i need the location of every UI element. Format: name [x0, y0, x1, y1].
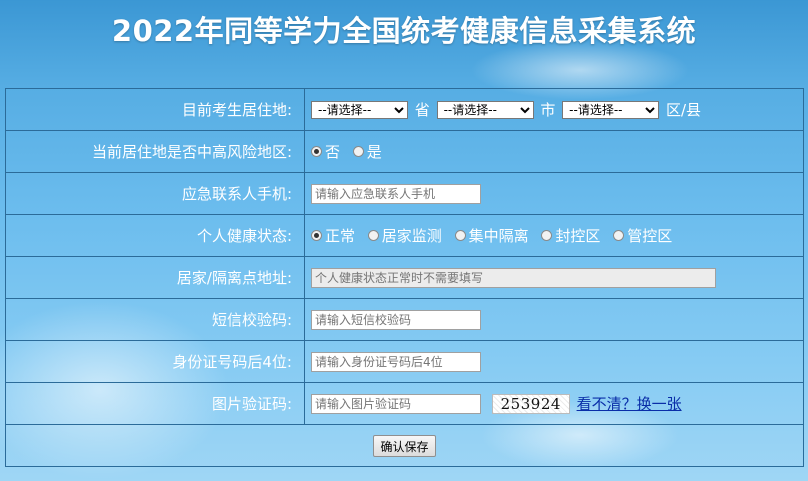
radio-button[interactable] — [311, 146, 322, 157]
radio-button[interactable] — [454, 230, 466, 241]
sms-code-input[interactable] — [311, 309, 481, 330]
health-option-normal[interactable]: 正常 — [311, 225, 355, 246]
health-info-form: 目前考生居住地: --请选择-- 省 --请选择-- 市 --请选择-- 区/县… — [5, 88, 804, 467]
id-last4-label: 身份证号码后4位: — [5, 340, 305, 383]
risk-area-label: 当前居住地是否中高风险地区: — [5, 130, 305, 173]
city-unit: 市 — [540, 101, 556, 119]
refresh-captcha-link[interactable]: 看不清？换一张 — [577, 395, 682, 413]
confirm-save-button[interactable]: 确认保存 — [373, 434, 436, 457]
form-row-image-code: 图片验证码: 253924 看不清？换一张 — [5, 382, 804, 425]
radio-button[interactable] — [311, 230, 322, 241]
sms-code-label: 短信校验码: — [5, 298, 305, 341]
radio-button[interactable] — [367, 230, 379, 241]
health-option-lockdown-zone[interactable]: 封控区 — [541, 225, 600, 246]
form-row-submit: 确认保存 — [5, 424, 804, 467]
image-code-input[interactable] — [311, 393, 481, 414]
form-row-residence: 目前考生居住地: --请选择-- 省 --请选择-- 市 --请选择-- 区/县 — [5, 88, 804, 131]
isolation-address-label: 居家/隔离点地址: — [5, 256, 305, 299]
form-row-id-last4: 身份证号码后4位: — [5, 340, 804, 383]
residence-label: 目前考生居住地: — [5, 88, 305, 131]
page-title: 2022年同等学力全国统考健康信息采集系统 — [111, 14, 697, 48]
health-option-control-zone[interactable]: 管控区 — [613, 225, 672, 246]
province-unit: 省 — [414, 101, 430, 119]
image-code-label: 图片验证码: — [5, 382, 305, 425]
county-select[interactable]: --请选择-- — [562, 100, 660, 119]
captcha-image[interactable]: 253924 — [491, 393, 570, 414]
form-row-emergency-phone: 应急联系人手机: — [5, 172, 804, 215]
form-row-isolation-address: 居家/隔离点地址: — [5, 256, 804, 299]
radio-button[interactable] — [352, 146, 364, 157]
health-option-centralized-quarantine[interactable]: 集中隔离 — [454, 225, 529, 246]
id-last4-input[interactable] — [311, 351, 481, 372]
form-row-sms-code: 短信校验码: — [5, 298, 804, 341]
risk-area-option-no[interactable]: 否 — [311, 141, 340, 162]
isolation-address-input[interactable] — [311, 267, 716, 288]
emergency-phone-label: 应急联系人手机: — [5, 172, 305, 215]
health-option-home-monitoring[interactable]: 居家监测 — [367, 225, 442, 246]
province-select[interactable]: --请选择-- — [311, 100, 408, 119]
form-row-health-status: 个人健康状态: 正常 居家监测 集中隔离 封控区 管控区 — [5, 214, 804, 257]
risk-area-option-yes[interactable]: 是 — [352, 141, 382, 162]
emergency-phone-input[interactable] — [311, 183, 481, 204]
county-unit: 区/县 — [665, 101, 701, 119]
radio-button[interactable] — [541, 230, 553, 241]
health-status-label: 个人健康状态: — [5, 214, 305, 257]
radio-button[interactable] — [613, 230, 625, 241]
city-select[interactable]: --请选择-- — [436, 100, 534, 119]
form-row-risk-area: 当前居住地是否中高风险地区: 否 是 — [5, 130, 804, 173]
